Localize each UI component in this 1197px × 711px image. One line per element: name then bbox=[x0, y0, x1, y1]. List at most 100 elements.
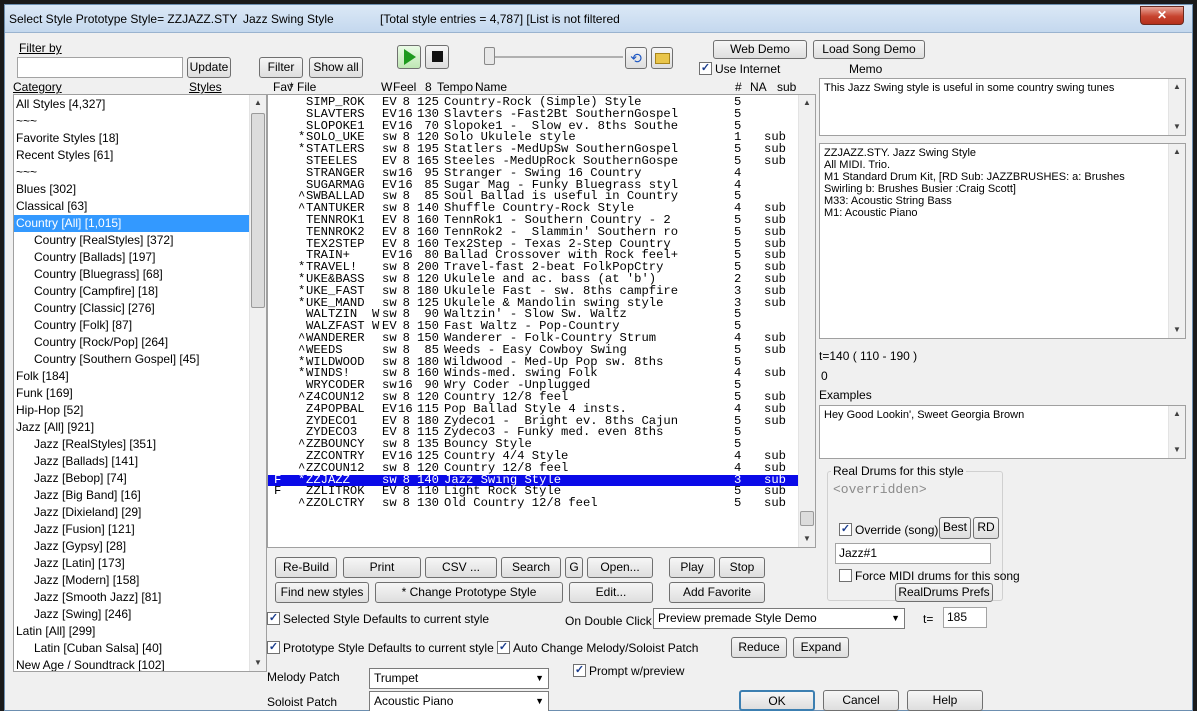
change-prototype-style-button[interactable]: * Change Prototype Style bbox=[375, 582, 563, 603]
real-drums-input[interactable]: Jazz#1 bbox=[835, 543, 991, 564]
category-item[interactable]: Country [All] [1,015] bbox=[14, 215, 249, 232]
category-item[interactable]: Latin [Cuban Salsa] [40] bbox=[14, 640, 249, 657]
category-item[interactable]: Favorite Styles [18] bbox=[14, 130, 249, 147]
t-input[interactable]: 185 bbox=[943, 607, 987, 628]
use-internet-checkbox[interactable]: ✓ bbox=[699, 62, 712, 75]
memo-scrollbar[interactable]: ▲ ▼ bbox=[1168, 79, 1185, 135]
column-header-feel[interactable]: Feel bbox=[393, 80, 416, 94]
play-transport-button[interactable] bbox=[397, 45, 421, 69]
category-item[interactable]: Jazz [Latin] [173] bbox=[14, 555, 249, 572]
category-item[interactable]: Jazz [Bebop] [74] bbox=[14, 470, 249, 487]
category-item[interactable]: Country [Southern Gospel] [45] bbox=[14, 351, 249, 368]
category-item[interactable]: Jazz [All] [921] bbox=[14, 419, 249, 436]
play-button[interactable]: Play bbox=[669, 557, 715, 578]
realdrums-prefs-button[interactable]: RealDrums Prefs bbox=[895, 583, 993, 602]
column-header-na[interactable]: NA bbox=[750, 80, 767, 94]
double-click-dropdown[interactable]: Preview premade Style Demo ▼ bbox=[653, 608, 905, 629]
prompt-preview-checkbox[interactable]: ✓ bbox=[573, 664, 586, 677]
stop-button[interactable]: Stop bbox=[719, 557, 765, 578]
scroll-down-icon[interactable]: ▼ bbox=[799, 531, 815, 547]
filter-button[interactable]: Filter bbox=[259, 57, 303, 78]
category-item[interactable]: Jazz [Big Band] [16] bbox=[14, 487, 249, 504]
scroll-up-icon[interactable]: ▲ bbox=[1169, 144, 1185, 160]
memo-box[interactable]: This Jazz Swing style is useful in some … bbox=[819, 78, 1186, 136]
close-button[interactable]: ✕ bbox=[1140, 6, 1184, 25]
category-item[interactable]: Folk [184] bbox=[14, 368, 249, 385]
open-button[interactable]: Open... bbox=[587, 557, 653, 578]
column-header-num[interactable]: # bbox=[735, 80, 742, 94]
selected-defaults-checkbox[interactable]: ✓ bbox=[267, 612, 280, 625]
best-button[interactable]: Best bbox=[939, 517, 971, 539]
column-header-name[interactable]: Name bbox=[475, 80, 507, 94]
category-item[interactable]: Jazz [Swing] [246] bbox=[14, 606, 249, 623]
loop-button[interactable]: ⟲ bbox=[625, 47, 647, 69]
find-new-styles-button[interactable]: Find new styles bbox=[275, 582, 369, 603]
category-item[interactable]: Country [Bluegrass] [68] bbox=[14, 266, 249, 283]
scroll-down-icon[interactable]: ▼ bbox=[1169, 322, 1185, 338]
auto-change-checkbox[interactable]: ✓ bbox=[497, 641, 510, 654]
category-item[interactable]: New Age / Soundtrack [102] bbox=[14, 657, 249, 671]
style-details-box[interactable]: ZZJAZZ.STY. Jazz Swing Style All MIDI. T… bbox=[819, 143, 1186, 339]
category-item[interactable]: ~~~ bbox=[14, 164, 249, 181]
stop-transport-button[interactable] bbox=[425, 45, 449, 69]
folder-button[interactable] bbox=[651, 47, 673, 69]
category-item[interactable]: Recent Styles [61] bbox=[14, 147, 249, 164]
scroll-up-icon[interactable]: ▲ bbox=[799, 95, 815, 111]
edit-button[interactable]: Edit... bbox=[569, 582, 653, 603]
examples-scrollbar[interactable]: ▲ ▼ bbox=[1168, 406, 1185, 458]
examples-box[interactable]: Hey Good Lookin', Sweet Georgia Brown ▲ … bbox=[819, 405, 1186, 459]
category-item[interactable]: Jazz [Fusion] [121] bbox=[14, 521, 249, 538]
csv-button[interactable]: CSV ... bbox=[425, 557, 497, 578]
help-button[interactable]: Help bbox=[907, 690, 983, 711]
cancel-button[interactable]: Cancel bbox=[823, 690, 899, 711]
category-item[interactable]: Country [Ballads] [197] bbox=[14, 249, 249, 266]
show-all-button[interactable]: Show all bbox=[309, 57, 363, 78]
category-scrollbar[interactable]: ▲ ▼ bbox=[249, 95, 266, 671]
category-item[interactable]: Country [Classic] [276] bbox=[14, 300, 249, 317]
scroll-up-icon[interactable]: ▲ bbox=[1169, 79, 1185, 95]
column-header-eight[interactable]: 8 bbox=[425, 80, 432, 94]
category-item[interactable]: ~~~ bbox=[14, 113, 249, 130]
category-item[interactable]: Jazz [Modern] [158] bbox=[14, 572, 249, 589]
column-header-sub[interactable]: sub bbox=[777, 80, 796, 94]
web-demo-button[interactable]: Web Demo bbox=[713, 40, 807, 59]
tempo-slider-track[interactable] bbox=[485, 56, 623, 58]
column-header-file[interactable]: * File bbox=[289, 80, 316, 94]
rd-button[interactable]: RD bbox=[973, 517, 999, 539]
scroll-thumb[interactable] bbox=[800, 511, 814, 526]
prototype-defaults-checkbox[interactable]: ✓ bbox=[267, 641, 280, 654]
filter-input[interactable] bbox=[17, 57, 183, 78]
rebuild-button[interactable]: Re-Build bbox=[275, 557, 337, 578]
scroll-up-icon[interactable]: ▲ bbox=[1169, 406, 1185, 422]
details-scrollbar[interactable]: ▲ ▼ bbox=[1168, 144, 1185, 338]
category-item[interactable]: Classical [63] bbox=[14, 198, 249, 215]
category-item[interactable]: Country [Rock/Pop] [264] bbox=[14, 334, 249, 351]
g-button[interactable]: G bbox=[565, 557, 583, 578]
category-item[interactable]: All Styles [4,327] bbox=[14, 96, 249, 113]
column-header-tempo[interactable]: Tempo bbox=[437, 80, 473, 94]
tempo-slider-thumb[interactable] bbox=[484, 47, 495, 65]
category-item[interactable]: Jazz [Smooth Jazz] [81] bbox=[14, 589, 249, 606]
add-favorite-button[interactable]: Add Favorite bbox=[669, 582, 765, 603]
category-item[interactable]: Blues [302] bbox=[14, 181, 249, 198]
category-item[interactable]: Funk [169] bbox=[14, 385, 249, 402]
force-midi-checkbox[interactable] bbox=[839, 569, 852, 582]
category-item[interactable]: Jazz [Gypsy] [28] bbox=[14, 538, 249, 555]
scroll-down-icon[interactable]: ▼ bbox=[250, 655, 266, 671]
category-item[interactable]: Country [Folk] [87] bbox=[14, 317, 249, 334]
expand-button[interactable]: Expand bbox=[793, 637, 849, 658]
load-song-demo-button[interactable]: Load Song Demo bbox=[813, 40, 925, 59]
print-button[interactable]: Print bbox=[343, 557, 421, 578]
scroll-down-icon[interactable]: ▼ bbox=[1169, 119, 1185, 135]
category-item[interactable]: Jazz [RealStyles] [351] bbox=[14, 436, 249, 453]
update-button[interactable]: Update bbox=[187, 57, 231, 78]
category-item[interactable]: Latin [All] [299] bbox=[14, 623, 249, 640]
style-row[interactable]: ^ ZZOLCTRY sw 8 130 Old Country 12/8 feel 5 sub bbox=[268, 497, 798, 510]
column-header-w[interactable]: W bbox=[381, 80, 392, 94]
melody-patch-dropdown[interactable]: Trumpet ▼ bbox=[369, 668, 549, 689]
category-item[interactable]: Jazz [Ballads] [141] bbox=[14, 453, 249, 470]
override-song-checkbox[interactable]: ✓ bbox=[839, 523, 852, 536]
soloist-patch-dropdown[interactable]: Acoustic Piano ▼ bbox=[369, 691, 549, 711]
category-item[interactable]: Hip-Hop [52] bbox=[14, 402, 249, 419]
ok-button[interactable]: OK bbox=[739, 690, 815, 711]
